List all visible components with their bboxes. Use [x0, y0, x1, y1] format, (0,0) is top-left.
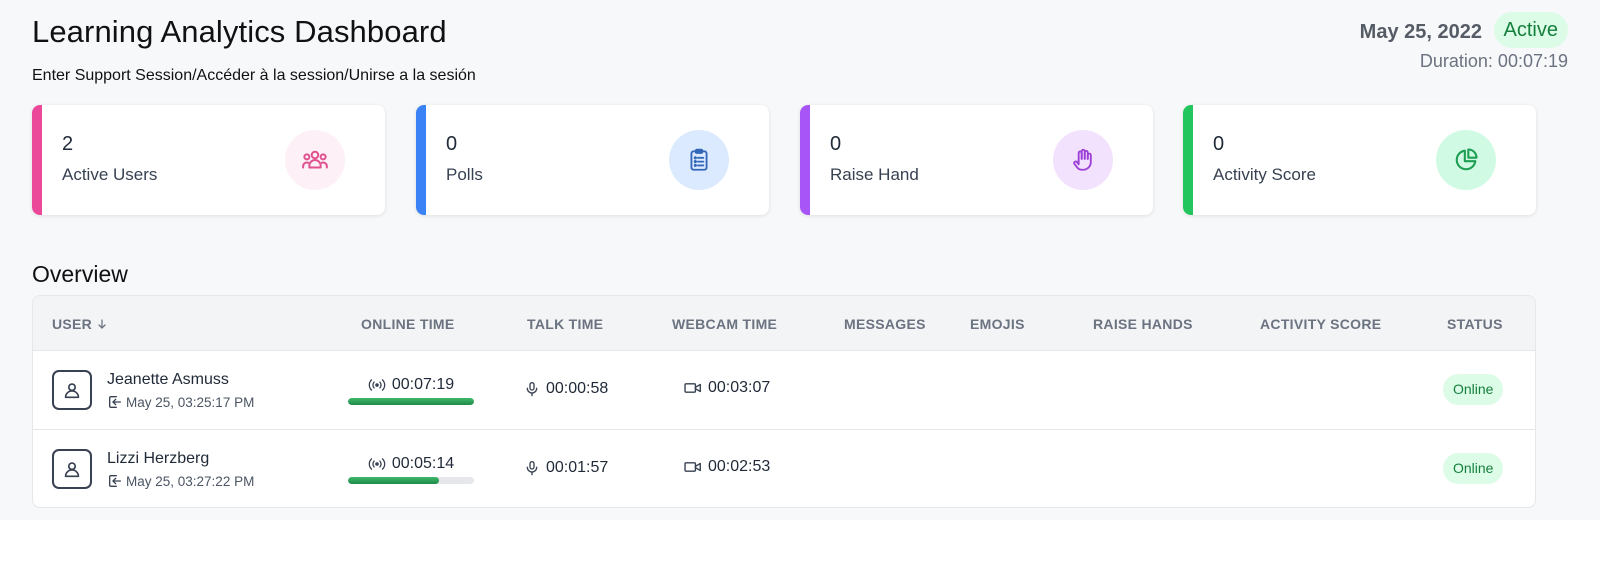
card-accent-bar — [800, 105, 810, 215]
card-label: Active Users — [62, 165, 158, 184]
online-time-cell: 00:05:14 — [348, 455, 474, 484]
online-time-progress-fill — [348, 477, 439, 484]
login-timestamp: May 25, 03:25:17 PM — [126, 394, 255, 410]
online-time-progress-fill — [348, 398, 474, 405]
talk-time-value: 00:01:57 — [546, 459, 609, 476]
session-date: May 25, 2022 — [1359, 21, 1482, 43]
webcam-time-cell: 00:03:07 — [684, 379, 770, 397]
card-label: Raise Hand — [830, 165, 919, 184]
status-badge: Online — [1443, 374, 1504, 405]
login-icon — [109, 475, 121, 487]
talk-time-cell: 00:01:57 — [524, 458, 608, 478]
column-header-online-time[interactable]: ONLINE TIME — [361, 316, 455, 332]
microphone-icon — [526, 382, 538, 397]
status-badge: Online — [1443, 453, 1504, 484]
summary-cards: 2 Active Users 0 Polls 0 Raise Hand 0 Ac… — [32, 105, 1536, 215]
broadcast-icon — [368, 458, 386, 470]
pie-chart-icon — [1436, 130, 1496, 190]
card-value: 0 — [830, 133, 842, 155]
session-status-badge: Active — [1493, 12, 1568, 48]
online-time-progress — [348, 398, 474, 405]
session-duration: Duration: 00:07:19 — [1419, 51, 1568, 71]
arrow-down-icon — [98, 319, 106, 329]
talk-time-cell: 00:00:58 — [524, 379, 608, 399]
webcam-time-value: 00:03:07 — [708, 379, 771, 396]
card-polls[interactable]: 0 Polls — [416, 105, 769, 215]
table-row[interactable]: Lizzi Herzberg May 25, 03:27:22 PM 00:05… — [33, 430, 1535, 507]
users-table: USER ONLINE TIME TALK TIME WEBCAM TIME M… — [32, 295, 1536, 508]
user-avatar-icon — [52, 449, 92, 489]
login-timestamp: May 25, 03:27:22 PM — [126, 473, 255, 489]
column-header-messages[interactable]: MESSAGES — [844, 316, 926, 332]
card-active-users[interactable]: 2 Active Users — [32, 105, 385, 215]
card-accent-bar — [1183, 105, 1193, 215]
microphone-icon — [526, 461, 538, 476]
page-title: Learning Analytics Dashboard — [32, 14, 447, 49]
video-camera-icon — [684, 462, 701, 472]
user-avatar-icon — [52, 370, 92, 410]
column-header-raise-hands[interactable]: RAISE HANDS — [1093, 316, 1193, 332]
card-raise-hand[interactable]: 0 Raise Hand — [800, 105, 1153, 215]
online-time-cell: 00:07:19 — [348, 376, 474, 405]
dashboard: Learning Analytics Dashboard Enter Suppo… — [0, 0, 1600, 520]
column-header-emojis[interactable]: EMOJIS — [970, 316, 1025, 332]
card-label: Polls — [446, 165, 483, 184]
column-header-activity-score[interactable]: ACTIVITY SCORE — [1260, 316, 1381, 332]
column-header-webcam-time[interactable]: WEBCAM TIME — [672, 316, 777, 332]
user-login-time: May 25, 03:27:22 PM — [107, 473, 254, 489]
card-activity-score[interactable]: 0 Activity Score — [1183, 105, 1536, 215]
users-icon — [285, 130, 345, 190]
card-accent-bar — [416, 105, 426, 215]
column-header-talk-time[interactable]: TALK TIME — [527, 316, 603, 332]
user-name: Lizzi Herzberg — [107, 450, 210, 467]
video-camera-icon — [684, 383, 701, 393]
broadcast-icon — [368, 379, 386, 391]
overview-heading: Overview — [32, 261, 128, 287]
card-value: 0 — [446, 133, 458, 155]
user-name: Jeanette Asmuss — [107, 371, 229, 388]
online-time-progress — [348, 477, 474, 484]
hand-icon — [1053, 130, 1113, 190]
card-value: 0 — [1213, 133, 1225, 155]
login-icon — [109, 396, 121, 408]
table-header: USER ONLINE TIME TALK TIME WEBCAM TIME M… — [33, 296, 1535, 351]
user-login-time: May 25, 03:25:17 PM — [107, 394, 254, 410]
card-label: Activity Score — [1213, 165, 1316, 184]
webcam-time-cell: 00:02:53 — [684, 458, 770, 476]
card-accent-bar — [32, 105, 42, 215]
table-row[interactable]: Jeanette Asmuss May 25, 03:25:17 PM 00:0… — [33, 351, 1535, 430]
webcam-time-value: 00:02:53 — [708, 458, 771, 475]
column-header-status[interactable]: STATUS — [1447, 316, 1503, 332]
online-time-value: 00:05:14 — [391, 455, 455, 472]
card-value: 2 — [62, 133, 74, 155]
column-user-sort[interactable]: USER — [52, 316, 108, 332]
session-name: Enter Support Session/Accéder à la sessi… — [32, 67, 476, 84]
column-header-user: USER — [52, 316, 93, 332]
clipboard-list-icon — [669, 130, 729, 190]
talk-time-value: 00:00:58 — [546, 380, 609, 397]
online-time-value: 00:07:19 — [391, 376, 455, 393]
